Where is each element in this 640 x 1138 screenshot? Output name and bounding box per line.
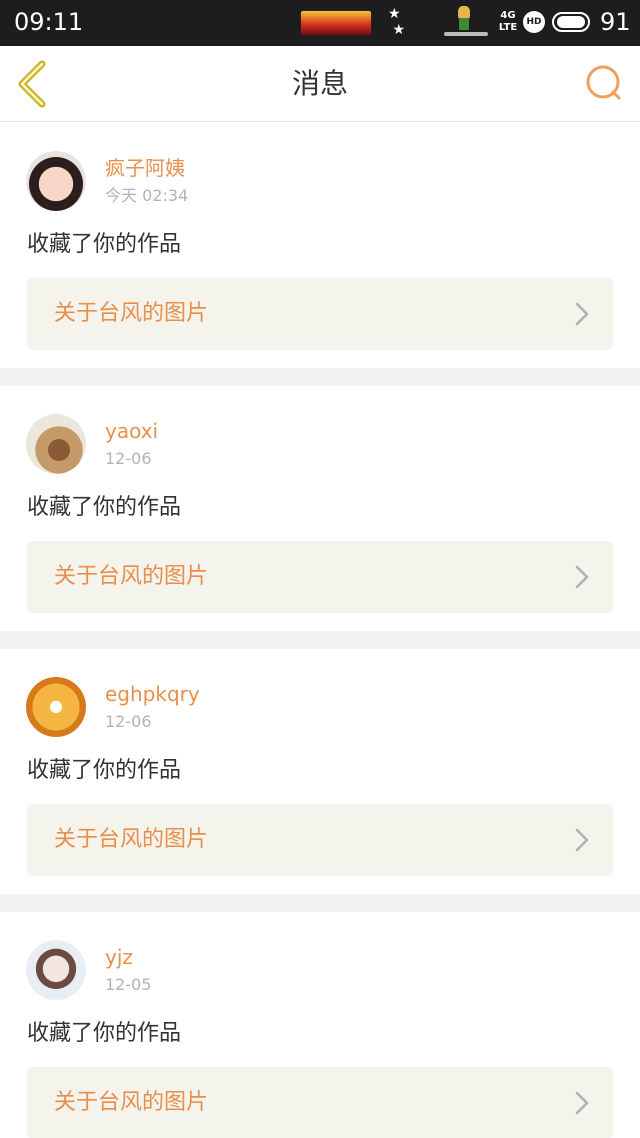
- avatar[interactable]: [26, 414, 86, 474]
- message-card: eghpkqry 12-06 收藏了你的作品 关于台风的图片: [0, 649, 640, 894]
- timestamp: 12-06: [105, 712, 152, 731]
- work-link[interactable]: 关于台风的图片: [27, 804, 613, 876]
- divider: [0, 894, 640, 912]
- avatar[interactable]: [26, 677, 86, 737]
- chevron-left-icon: [18, 60, 46, 108]
- username[interactable]: 疯子阿姨: [105, 155, 185, 181]
- character-notification-icon: [444, 4, 488, 38]
- work-link-title: 关于台风的图片: [54, 301, 209, 326]
- page-title: 消息: [291, 67, 348, 100]
- message-card: yjz 12-05 收藏了你的作品 关于台风的图片: [0, 912, 640, 1138]
- network-4g-icon: 4G LTE: [498, 10, 518, 33]
- username[interactable]: yjz: [105, 944, 133, 970]
- action-text: 收藏了你的作品: [27, 495, 182, 520]
- action-text: 收藏了你的作品: [27, 758, 182, 783]
- timestamp: 12-06: [105, 449, 152, 468]
- chevron-right-icon: [575, 1091, 589, 1115]
- message-list: 疯子阿姨 今天 02:34 收藏了你的作品 关于台风的图片 yaoxi 12-0…: [0, 123, 640, 1138]
- work-link[interactable]: 关于台风的图片: [27, 278, 613, 350]
- status-time: 09:11: [14, 8, 84, 36]
- work-link-title: 关于台风的图片: [54, 564, 209, 589]
- battery-level: 91: [600, 8, 631, 36]
- chevron-right-icon: [575, 565, 589, 589]
- header: 消息: [0, 46, 640, 122]
- timestamp: 12-05: [105, 975, 152, 994]
- back-button[interactable]: [14, 58, 54, 110]
- chevron-right-icon: [575, 828, 589, 852]
- chevron-right-icon: [575, 302, 589, 326]
- game-notification-icon: [300, 10, 372, 36]
- timestamp: 今天 02:34: [105, 186, 189, 205]
- divider: [0, 368, 640, 386]
- divider: [0, 631, 640, 649]
- username[interactable]: eghpkqry: [105, 681, 200, 707]
- stars-notification-icon: ★ ★: [388, 6, 406, 38]
- work-link[interactable]: 关于台风的图片: [27, 1067, 613, 1138]
- work-link-title: 关于台风的图片: [54, 1090, 209, 1115]
- avatar[interactable]: [26, 940, 86, 1000]
- battery-icon: [552, 12, 590, 32]
- message-card: 疯子阿姨 今天 02:34 收藏了你的作品 关于台风的图片: [0, 123, 640, 368]
- hd-icon: HD: [523, 11, 545, 33]
- search-button[interactable]: [584, 62, 624, 106]
- action-text: 收藏了你的作品: [27, 232, 182, 257]
- avatar[interactable]: [26, 151, 86, 211]
- work-link-title: 关于台风的图片: [54, 827, 209, 852]
- work-link[interactable]: 关于台风的图片: [27, 541, 613, 613]
- message-card: yaoxi 12-06 收藏了你的作品 关于台风的图片: [0, 386, 640, 631]
- status-bar: 09:11 ★ ★ 4G LTE HD 91: [0, 0, 640, 46]
- action-text: 收藏了你的作品: [27, 1021, 182, 1046]
- username[interactable]: yaoxi: [105, 418, 158, 444]
- search-icon: [586, 65, 621, 100]
